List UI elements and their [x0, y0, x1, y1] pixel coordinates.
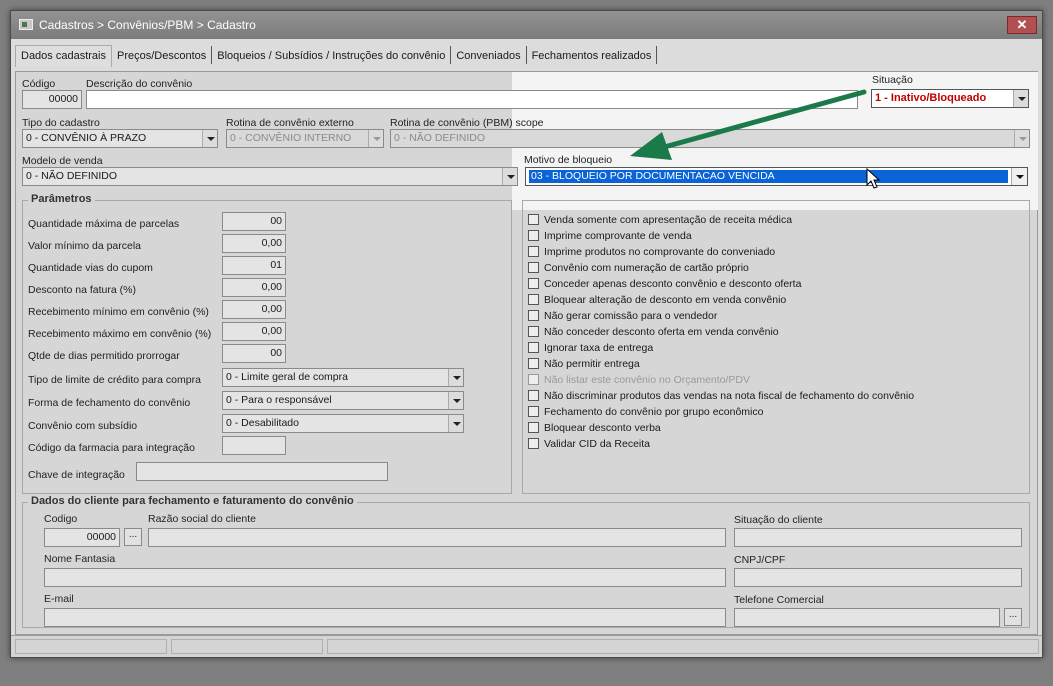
- annotation-arrow: [630, 89, 867, 160]
- mouse-pointer-icon: [866, 168, 881, 189]
